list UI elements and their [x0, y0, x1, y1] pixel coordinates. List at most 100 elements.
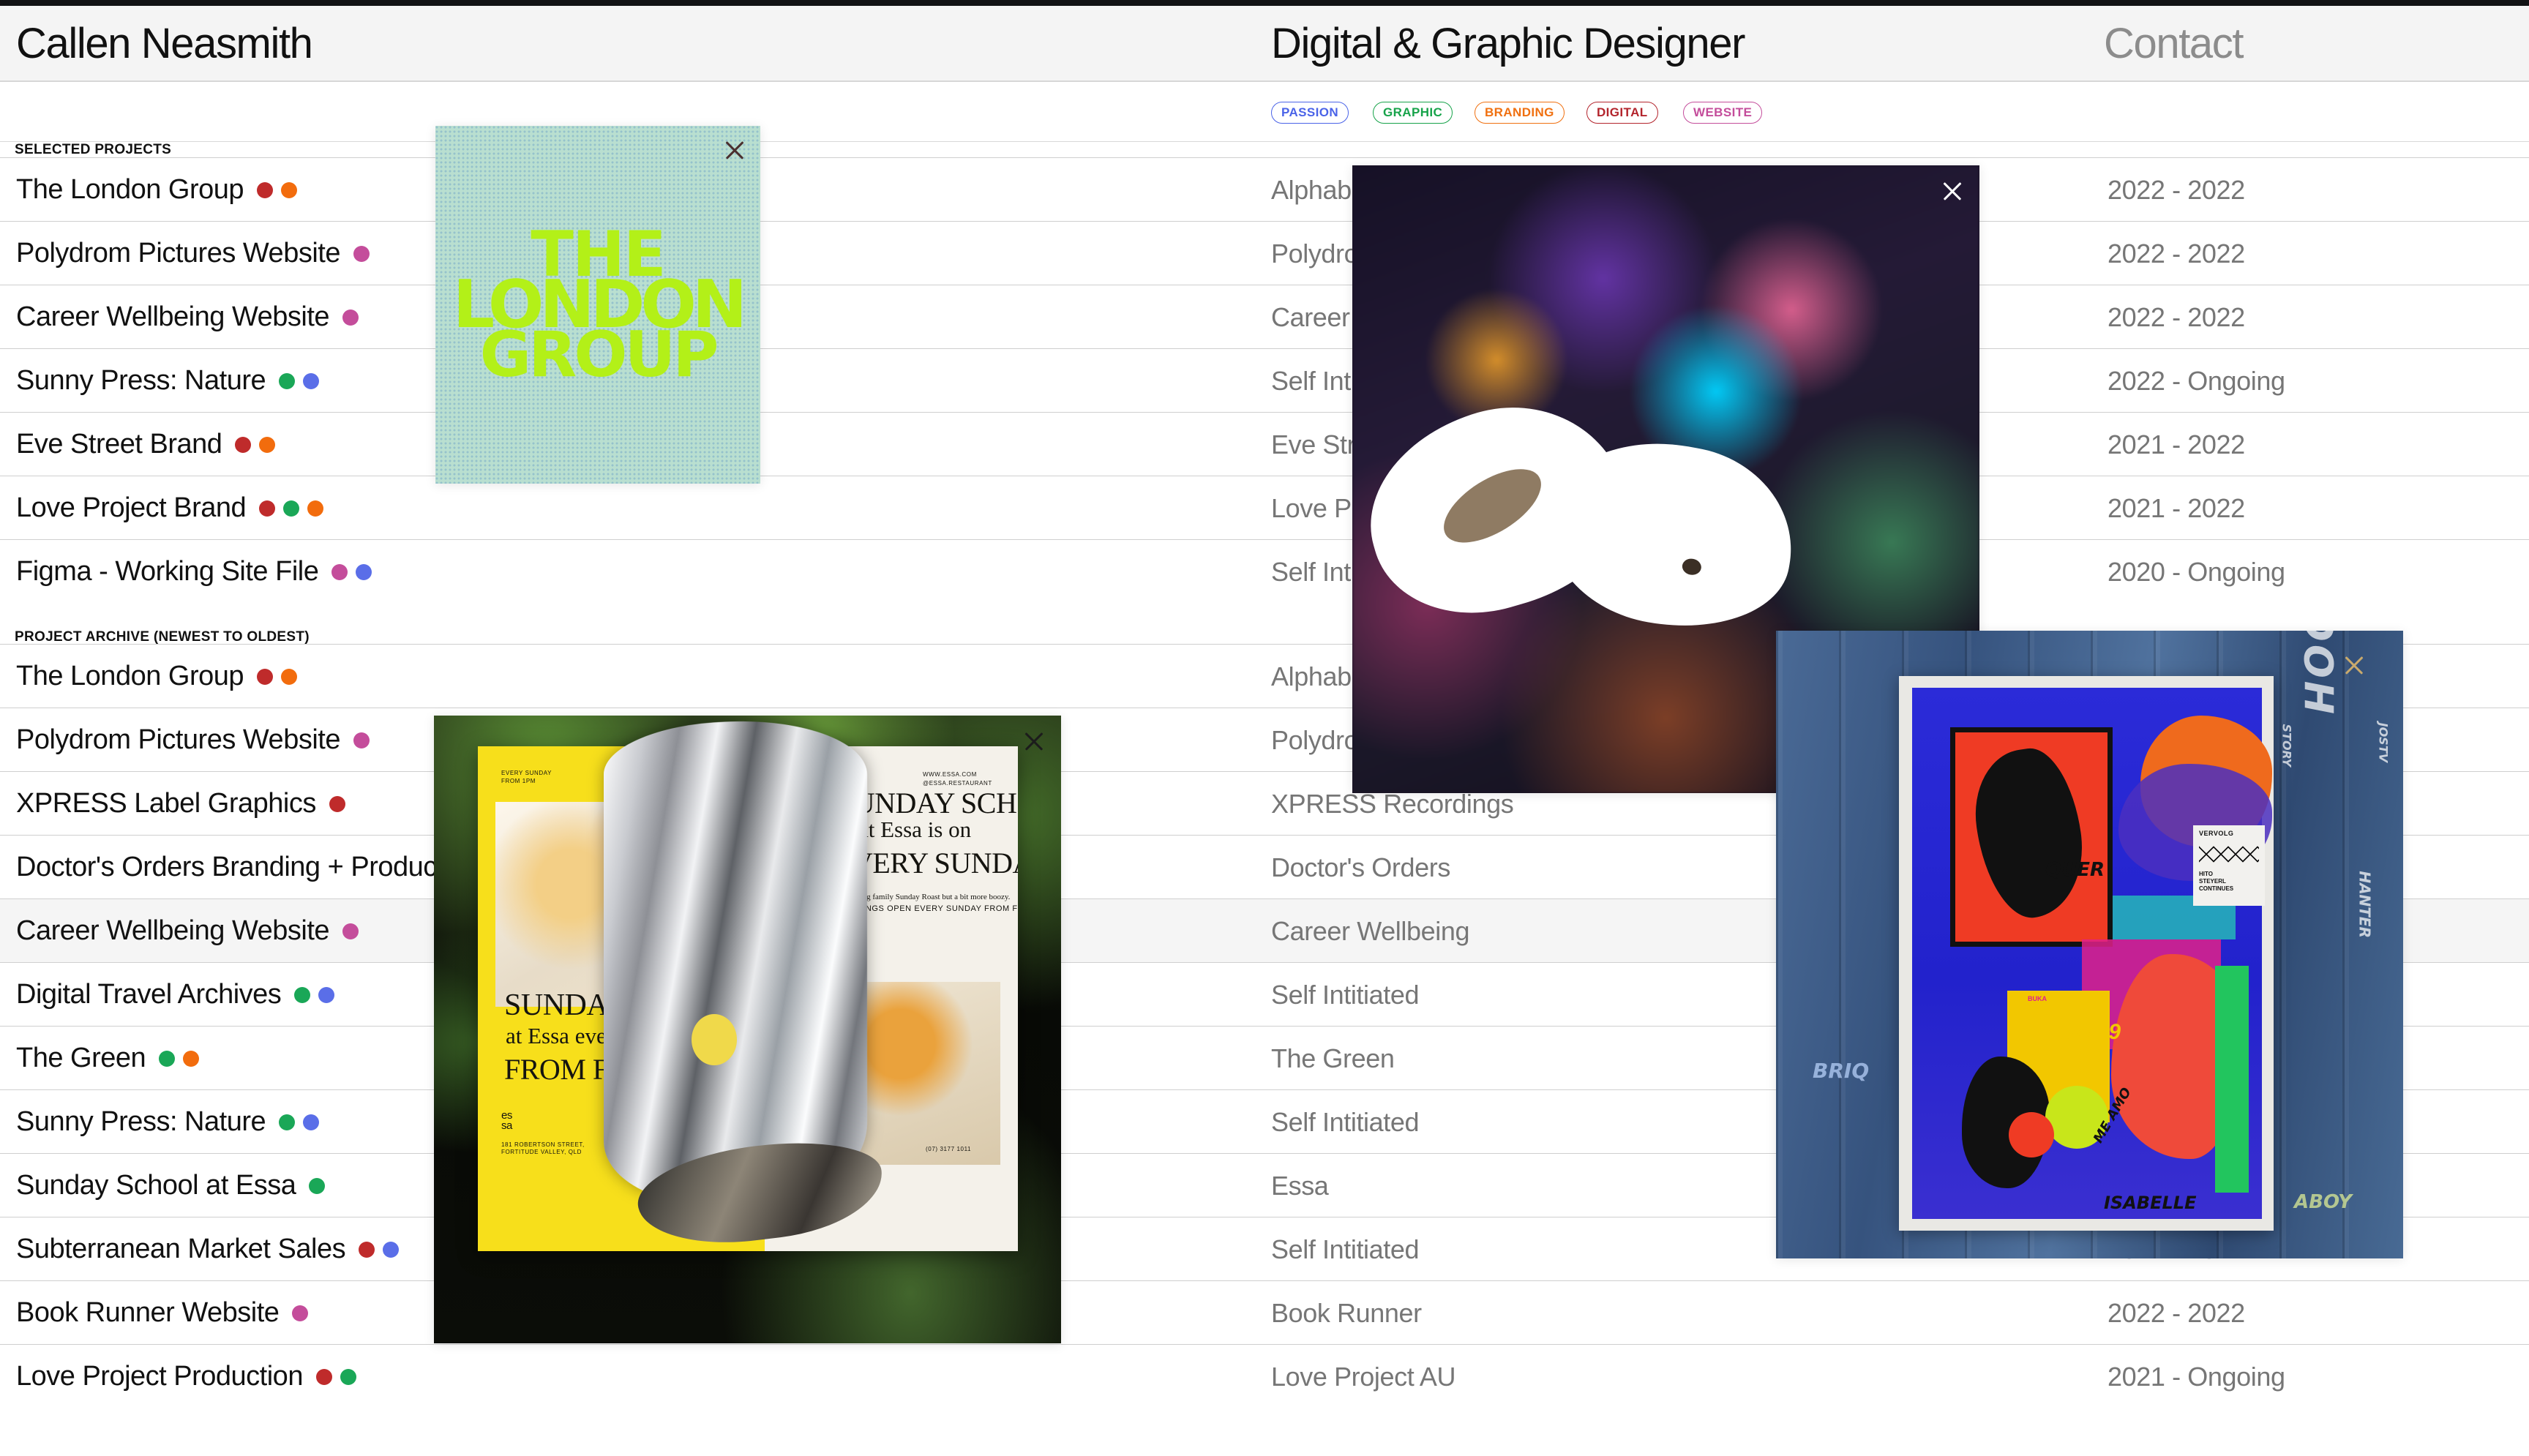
project-title: XPRESS Label Graphics — [16, 788, 316, 819]
filter-tag-graphic[interactable]: GRAPHIC — [1373, 102, 1453, 124]
project-title: Sunny Press: Nature — [16, 365, 266, 396]
collage-card-body: HITO STEYERL CONTINUES — [2199, 871, 2234, 892]
project-title: Subterranean Market Sales — [16, 1234, 346, 1264]
project-tag-dots — [309, 1154, 326, 1217]
preview-panel-subterranean-market[interactable]: KEDOH HANTER ABOY BRIQ STORY JOSTV VERVO… — [1776, 631, 2403, 1258]
tag-dot — [342, 923, 359, 939]
collage-card-title: VERVOLG — [2199, 830, 2234, 837]
essa-logo: es sa — [501, 1109, 512, 1133]
section-label-project-archive: PROJECT ARCHIVE (NEWEST TO OLDEST) — [15, 629, 310, 645]
project-date: 2022 - 2022 — [2108, 175, 2245, 205]
close-icon[interactable] — [1937, 176, 1968, 206]
collage-red-circle — [2009, 1112, 2054, 1157]
table-row[interactable]: Love Project Production Love Project AU 20… — [0, 1344, 2529, 1408]
preview-panel-london-group[interactable]: THE LONDON GROUP — [435, 126, 760, 484]
poster-url-right: WWW.ESSA.COM — [923, 771, 977, 778]
project-client: Love Project AU — [1271, 1362, 1456, 1392]
filter-tag-website[interactable]: WEBSITE — [1683, 102, 1763, 124]
tag-dot — [257, 181, 274, 198]
door-tag-jostv: JOSTV — [2376, 722, 2390, 762]
project-title: Book Runner Website — [16, 1297, 280, 1328]
project-client: The Green — [1271, 1043, 1395, 1073]
project-date: 2021 - Ongoing — [2108, 1362, 2285, 1392]
project-title: Figma - Working Site File — [16, 556, 319, 587]
collage-word-isabelle: ISABELLE — [2104, 1193, 2197, 1213]
tag-dot — [329, 795, 345, 812]
tag-dot — [259, 500, 276, 517]
poster-from-1pm: FROM 1PM — [501, 778, 536, 784]
project-title: Sunday School at Essa — [16, 1170, 296, 1201]
project-title: Eve Street Brand — [16, 429, 222, 459]
preview-panel-sunday-school-essa[interactable]: EVERY SUNDAY FROM 1PM WWW.ESSA.COM @ESSA… — [434, 716, 1061, 1343]
project-date: 2022 - 2022 — [2108, 1298, 2245, 1328]
project-client: Essa — [1271, 1171, 1329, 1201]
chrome-yellow-dot — [692, 1014, 737, 1065]
tag-dot — [257, 668, 274, 685]
project-tag-dots — [353, 222, 370, 285]
project-date: 2022 - 2022 — [2108, 302, 2245, 332]
project-date: 2020 - Ongoing — [2108, 557, 2285, 587]
table-row[interactable]: The London GroupAlphabet2022 - 2022 — [0, 157, 2529, 221]
tag-dot — [159, 1050, 176, 1067]
tag-dot — [356, 563, 372, 580]
project-title: Polydrom Pictures Website — [16, 724, 340, 755]
project-date: 2022 - 2022 — [2108, 239, 2245, 269]
project-title: Love Project Production — [16, 1361, 303, 1392]
filter-tag-branding[interactable]: BRANDING — [1475, 102, 1565, 124]
project-tag-dots — [159, 1027, 200, 1090]
tag-dot — [281, 181, 298, 198]
project-date: 2021 - 2022 — [2108, 493, 2245, 523]
tag-dot — [318, 986, 335, 1003]
table-row[interactable]: Career Wellbeing WebsiteCareer Wellbeing… — [0, 285, 2529, 348]
table-row[interactable]: Sunny Press: NatureSelf Intitiated2022 -… — [0, 348, 2529, 412]
table-row[interactable]: Figma - Working Site File Self Intitiated… — [0, 539, 2529, 603]
tag-dot — [359, 1241, 375, 1258]
project-title: The London Group — [16, 174, 244, 205]
project-tag-dots — [294, 963, 335, 1027]
collage-poster: VERVOLG HITO STEYERL CONTINUES QUER 90 0… — [1899, 676, 2274, 1231]
table-row[interactable]: Book Runner Website Book Runner 2022 - 202… — [0, 1280, 2529, 1344]
collage-vervolg-card: VERVOLG HITO STEYERL CONTINUES — [2193, 825, 2265, 906]
filter-tag-digital[interactable]: DIGITAL — [1586, 102, 1658, 124]
project-title: The London Group — [16, 661, 244, 691]
project-client: Self Intitiated — [1271, 1107, 1420, 1137]
site-header: Callen Neasmith Digital & Graphic Design… — [0, 6, 2529, 82]
project-tag-dots — [315, 1345, 356, 1408]
page-title: Callen Neasmith — [16, 20, 313, 67]
collage-word-quer: QUER — [2045, 859, 2105, 881]
table-row[interactable]: Polydrom Pictures WebsitePolydrom2022 - … — [0, 221, 2529, 285]
collage-card-zigzag — [2199, 844, 2259, 863]
project-title: Love Project Brand — [16, 492, 247, 523]
project-tag-dots — [279, 1090, 320, 1154]
tag-dot — [307, 500, 324, 517]
project-title: Polydrom Pictures Website — [16, 238, 340, 269]
project-tag-dots — [342, 899, 359, 963]
section-label-selected-projects: SELECTED PROJECTS — [15, 142, 172, 157]
project-client: Self Intitiated — [1271, 1234, 1420, 1264]
browser-chrome-strip — [0, 0, 2529, 6]
project-title: Career Wellbeing Website — [16, 301, 330, 332]
close-icon[interactable] — [2339, 650, 2369, 680]
filter-tag-passion[interactable]: PASSION — [1271, 102, 1349, 124]
table-row[interactable]: Eve Street Brand Eve Street 2021 - 2022 — [0, 412, 2529, 476]
project-tag-dots — [329, 772, 345, 836]
tag-dot — [331, 563, 348, 580]
close-icon[interactable] — [1019, 726, 1049, 757]
page-bottom-edge — [0, 1444, 2529, 1456]
contact-link[interactable]: Contact — [2104, 16, 2244, 72]
table-row[interactable]: Love Project BrandLove Project AU2021 - … — [0, 476, 2529, 539]
tag-dot — [183, 1050, 200, 1067]
chrome-vase-distortion — [604, 716, 867, 1209]
door-tag-kedoh: KEDOH — [2296, 631, 2342, 717]
project-tag-dots — [292, 1281, 309, 1345]
tag-dot — [259, 436, 276, 453]
project-tag-dots — [257, 645, 298, 708]
door-tag-story: STORY — [2279, 724, 2293, 767]
project-tag-dots — [259, 476, 324, 540]
close-icon[interactable] — [719, 135, 750, 165]
london-group-logo: THE LONDON GROUP — [452, 217, 748, 391]
tag-dot — [279, 1114, 296, 1130]
collage-word-buka: BUKA — [2028, 995, 2047, 1002]
project-title: Digital Travel Archives — [16, 979, 282, 1010]
project-client: Doctor's Orders — [1271, 852, 1450, 882]
